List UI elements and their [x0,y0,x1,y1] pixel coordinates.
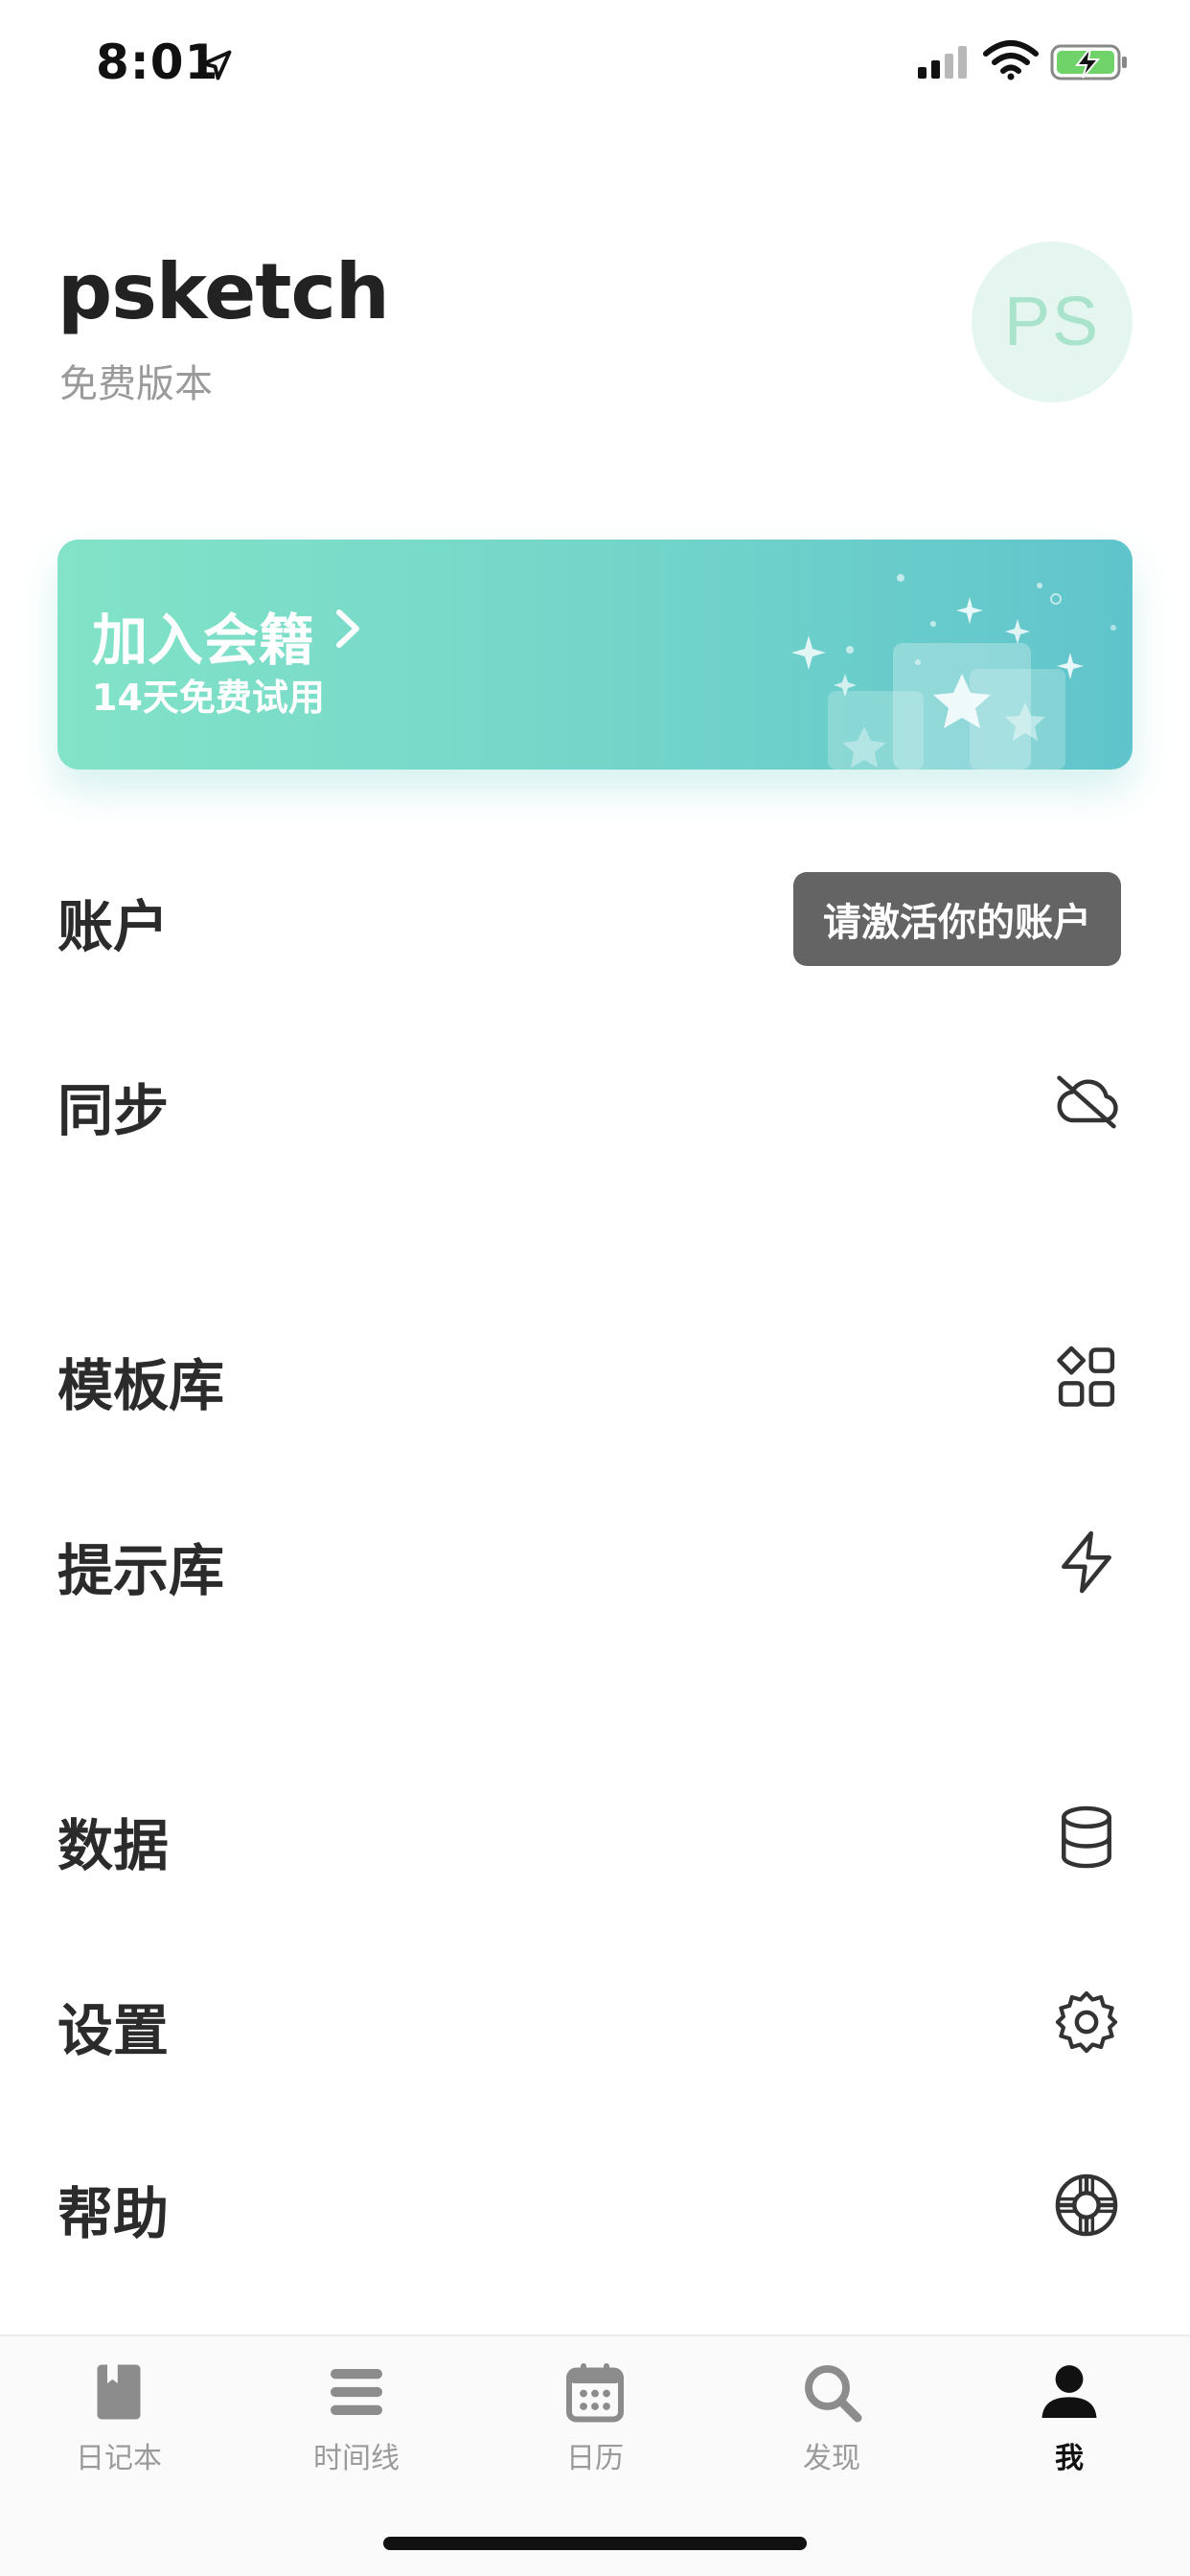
tab-journal-label: 日记本 [76,2442,162,2475]
grid-icon [1057,1346,1115,1407]
status-bar: 8:01 [0,0,1190,129]
help-label: 帮助 [57,2181,170,2246]
menu-row-data[interactable]: 数据 [0,1766,1190,1910]
home-indicator [383,2537,807,2550]
menu-row-help[interactable]: 帮助 [0,2134,1190,2278]
battery-charging-icon [1050,44,1127,80]
cellular-signal-icon [918,46,967,79]
data-label: 数据 [57,1813,170,1878]
prompts-label: 提示库 [57,1538,225,1603]
chevron-right-icon [336,610,359,648]
tab-me[interactable]: 我 [993,2358,1146,2501]
cloud-off-icon [1057,1075,1118,1129]
profile-icon [1041,2365,1097,2418]
tab-timeline-label: 时间线 [313,2442,400,2475]
tab-me-label: 我 [1055,2442,1084,2475]
avatar-initials: PS [1003,284,1101,360]
journal-icon [97,2364,141,2420]
banner-title: 加入会籍 [92,608,315,673]
tab-discover[interactable]: 发现 [755,2358,908,2501]
search-icon [805,2365,862,2423]
avatar[interactable]: PS [972,242,1133,402]
menu-row-settings[interactable]: 设置 [0,1951,1190,2095]
podium-stars-illustration [791,574,1116,770]
wifi-icon [983,40,1039,80]
membership-banner[interactable]: 加入会籍 14天免费试用 [57,540,1133,770]
account-label: 账户 [57,894,170,959]
menu-row-sync[interactable]: 同步 [0,1031,1190,1175]
menu-row-templates[interactable]: 模板库 [0,1306,1190,1450]
settings-label: 设置 [57,1998,170,2063]
database-icon [1062,1806,1111,1869]
lifebuoy-icon [1055,2174,1118,2237]
tab-journal[interactable]: 日记本 [42,2358,195,2501]
calendar-icon [566,2363,624,2423]
gear-icon [1055,1990,1118,2054]
menu-row-prompts[interactable]: 提示库 [0,1491,1190,1635]
profile-username: psketch [57,247,390,336]
tab-calendar-label: 日历 [566,2442,624,2475]
timeline-icon [331,2369,382,2415]
location-arrow-icon [201,50,232,80]
tab-discover-label: 发现 [803,2442,860,2475]
activate-account-button[interactable]: 请激活你的账户 [793,872,1121,966]
tab-calendar[interactable]: 日历 [518,2358,672,2501]
sync-label: 同步 [57,1078,170,1143]
tab-timeline[interactable]: 时间线 [280,2358,433,2501]
lightning-icon [1062,1530,1111,1594]
profile-tier: 免费版本 [59,362,213,406]
banner-subtitle: 14天免费试用 [92,677,325,719]
templates-label: 模板库 [57,1353,225,1418]
